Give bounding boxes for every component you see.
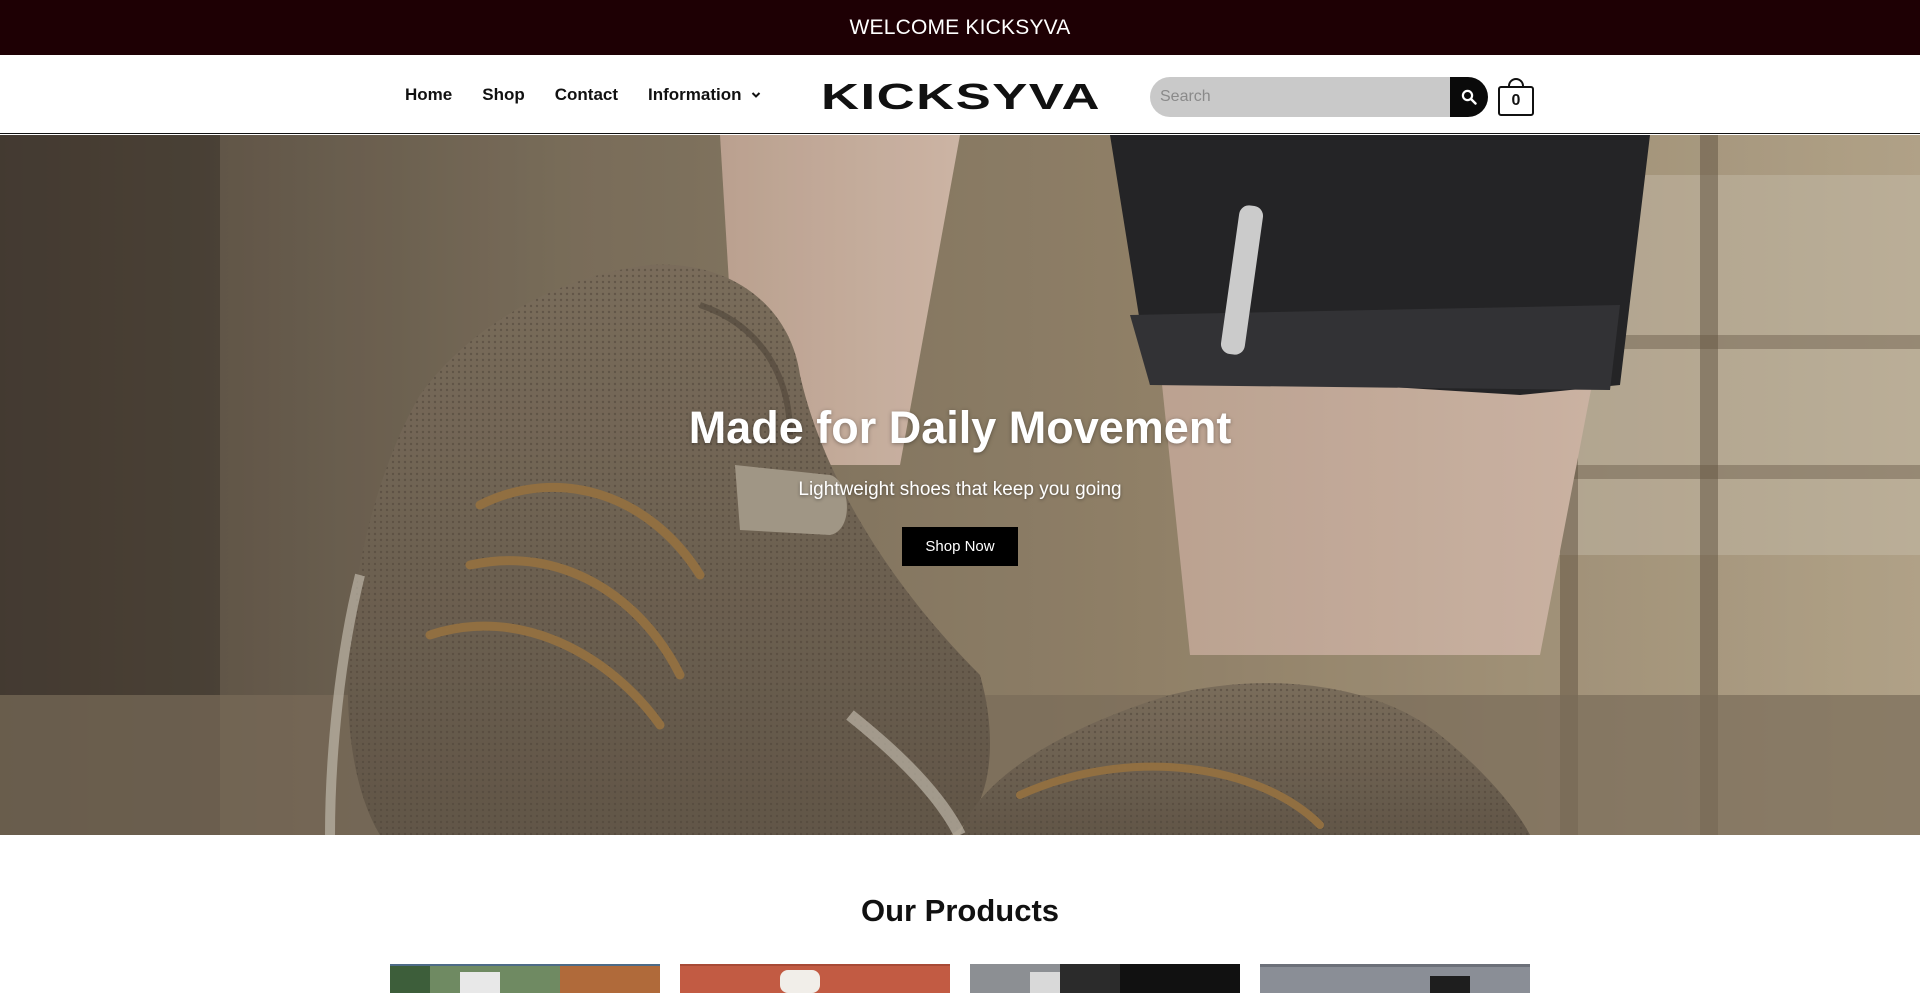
product-1-image (390, 964, 660, 993)
shop-now-button[interactable]: Shop Now (902, 527, 1018, 566)
search-bar (1150, 77, 1488, 117)
search-button[interactable] (1450, 77, 1488, 117)
product-card-2[interactable] (680, 964, 950, 993)
search-input[interactable] (1150, 77, 1450, 117)
brand-logo[interactable]: KICKSYVA (820, 79, 1102, 113)
nav-home-label: Home (405, 84, 453, 104)
chevron-down-icon (751, 91, 760, 98)
nav-information-label: Information (648, 84, 742, 104)
announcement-text: WELCOME KICKSYVA (849, 15, 1071, 39)
hero-banner: Made for Daily Movement Lightweight shoe… (0, 135, 1920, 835)
nav-home[interactable]: Home (405, 85, 452, 105)
nav-contact-label: Contact (554, 84, 619, 104)
product-2-image (680, 964, 950, 993)
nav-shop-label: Shop (482, 84, 525, 104)
hero-subtitle: Lightweight shoes that keep you going (798, 479, 1122, 500)
cart-count-box: 0 (1498, 86, 1534, 116)
cart-count: 0 (1511, 92, 1521, 109)
product-card-1[interactable] (390, 964, 660, 993)
site-header: Home Shop Contact Information KICKSYVA S… (0, 55, 1920, 134)
nav-information[interactable]: Information (648, 85, 761, 105)
search-icon (1461, 89, 1477, 105)
nav-shop[interactable]: Shop (482, 85, 525, 105)
brand-logo-text: KICKSYVA (821, 79, 1101, 113)
product-card-4[interactable] (1260, 964, 1530, 993)
product-card-3[interactable] (970, 964, 1240, 993)
announcement-bar: WELCOME KICKSYVA (0, 0, 1920, 55)
main-nav: Home Shop Contact Information (405, 55, 791, 134)
products-section-title: Our Products (860, 893, 1060, 928)
product-3-image (970, 964, 1240, 993)
nav-contact[interactable]: Contact (555, 85, 618, 105)
cart-button[interactable]: 0 (1498, 78, 1534, 116)
hero-title: Made for Daily Movement (688, 402, 1232, 453)
product-4-image (1260, 964, 1530, 993)
